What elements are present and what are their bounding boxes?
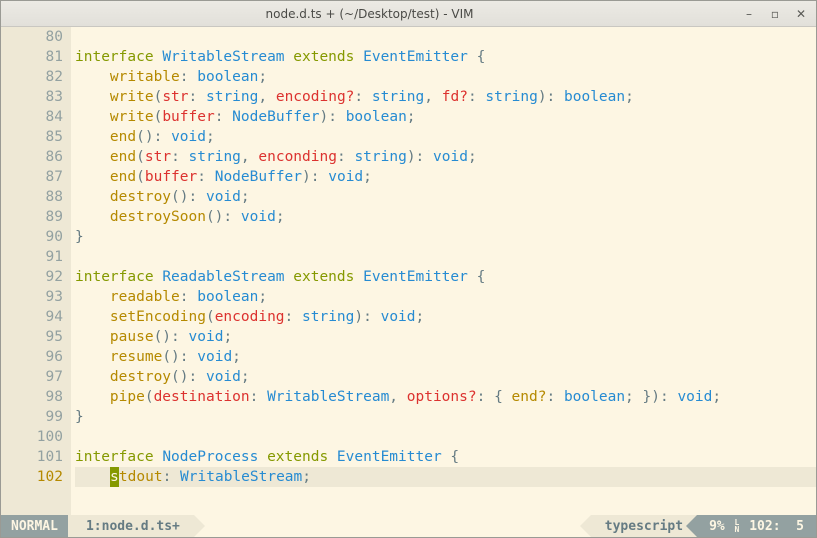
code-line: destroy(): void; [75, 367, 816, 387]
line-number: 96 [1, 347, 63, 367]
code-line: resume(): void; [75, 347, 816, 367]
code-line: write(str: string, encoding?: string, fd… [75, 87, 816, 107]
code-line: destroySoon(): void; [75, 207, 816, 227]
line-number: 100 [1, 427, 63, 447]
cursor: s [110, 467, 119, 487]
code-line: end(str: string, enconding: string): voi… [75, 147, 816, 167]
line-number: 85 [1, 127, 63, 147]
code-line: interface NodeProcess extends EventEmitt… [75, 447, 816, 467]
status-filetype: typescript [591, 515, 697, 537]
line-number: 82 [1, 67, 63, 87]
line-number: 97 [1, 367, 63, 387]
status-percent: 9% [709, 519, 725, 534]
line-number: 92 [1, 267, 63, 287]
line-number-gutter: 80 81 82 83 84 85 86 87 88 89 90 91 92 9… [1, 27, 71, 515]
line-number-icon: LN [735, 519, 740, 533]
code-line: readable: boolean; [75, 287, 816, 307]
status-line: 102 [749, 519, 772, 534]
line-number: 86 [1, 147, 63, 167]
line-number: 94 [1, 307, 63, 327]
code-line: write(buffer: NodeBuffer): boolean; [75, 107, 816, 127]
vim-window: node.d.ts + (~/Desktop/test) - VIM – ▫ ✕… [0, 0, 817, 538]
line-number: 95 [1, 327, 63, 347]
code-line [75, 247, 816, 267]
status-col: 5 [796, 519, 804, 534]
line-number: 90 [1, 227, 63, 247]
status-bar: NORMAL 1:node.d.ts+ typescript 9% LN 102… [1, 515, 816, 537]
line-number: 87 [1, 167, 63, 187]
window-title: node.d.ts + (~/Desktop/test) - VIM [7, 7, 732, 21]
maximize-button[interactable]: ▫ [766, 7, 784, 21]
line-number: 91 [1, 247, 63, 267]
status-spacer [194, 515, 591, 537]
code-line [75, 27, 816, 47]
code-content[interactable]: interface WritableStream extends EventEm… [71, 27, 816, 515]
editor-area[interactable]: 80 81 82 83 84 85 86 87 88 89 90 91 92 9… [1, 27, 816, 515]
titlebar: node.d.ts + (~/Desktop/test) - VIM – ▫ ✕ [1, 1, 816, 27]
status-file: 1:node.d.ts+ [68, 515, 194, 537]
line-number: 101 [1, 447, 63, 467]
line-number: 98 [1, 387, 63, 407]
code-line: stdout: WritableStream; [75, 467, 816, 487]
line-number: 83 [1, 87, 63, 107]
code-line: } [75, 407, 816, 427]
code-line: pause(): void; [75, 327, 816, 347]
line-number: 93 [1, 287, 63, 307]
code-line [75, 427, 816, 447]
code-line: destroy(): void; [75, 187, 816, 207]
line-number: 81 [1, 47, 63, 67]
status-file-text: 1:node.d.ts+ [86, 519, 180, 534]
code-line: interface ReadableStream extends EventEm… [75, 267, 816, 287]
line-number: 102 [1, 467, 63, 487]
code-line: interface WritableStream extends EventEm… [75, 47, 816, 67]
line-number: 80 [1, 27, 63, 47]
mode-indicator: NORMAL [1, 515, 68, 537]
code-line: pipe(destination: WritableStream, option… [75, 387, 816, 407]
code-line: end(): void; [75, 127, 816, 147]
code-line: } [75, 227, 816, 247]
minimize-button[interactable]: – [740, 7, 758, 21]
status-position: 9% LN 102: 5 [697, 515, 816, 537]
line-number: 88 [1, 187, 63, 207]
line-number: 99 [1, 407, 63, 427]
code-line: setEncoding(encoding: string): void; [75, 307, 816, 327]
close-button[interactable]: ✕ [792, 7, 810, 21]
status-filetype-text: typescript [605, 519, 683, 534]
line-number: 84 [1, 107, 63, 127]
code-line: end(buffer: NodeBuffer): void; [75, 167, 816, 187]
code-line: writable: boolean; [75, 67, 816, 87]
mode-text: NORMAL [11, 519, 58, 534]
line-number: 89 [1, 207, 63, 227]
